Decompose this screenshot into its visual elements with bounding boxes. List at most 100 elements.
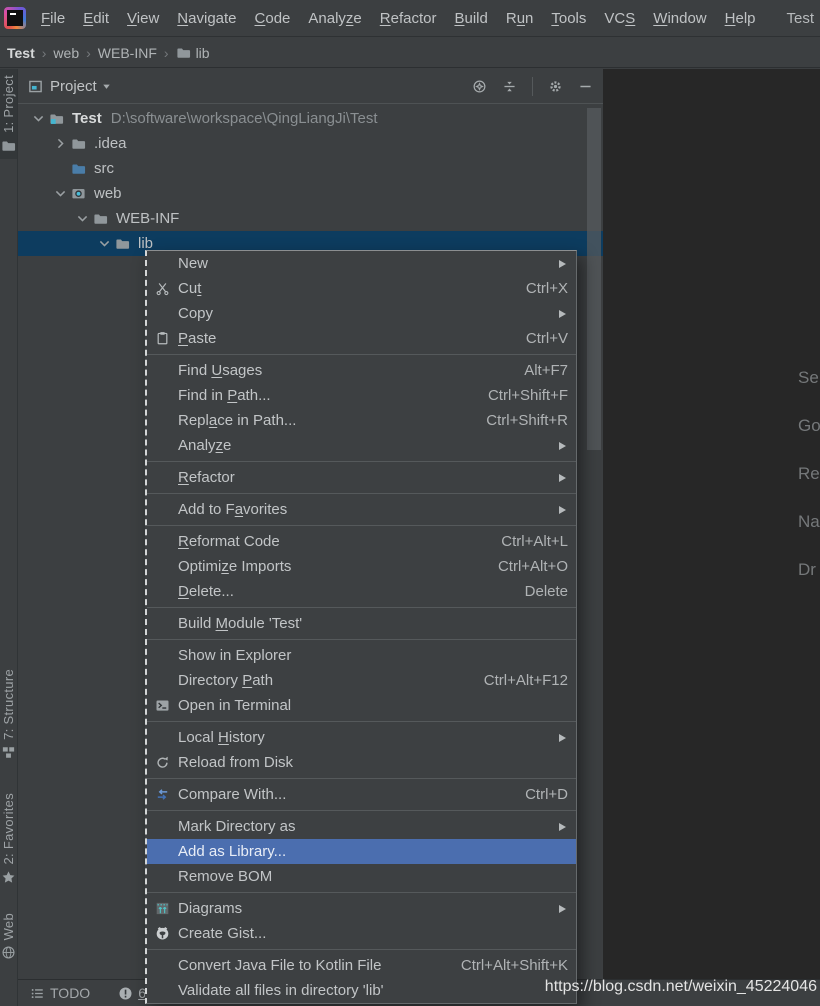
menu-item-directory-path[interactable]: Directory PathCtrl+Alt+F12 [147,668,576,693]
menu-item-local-history[interactable]: Local History [147,725,576,750]
chevron-down-icon[interactable] [101,81,112,92]
menu-item-compare-with[interactable]: Compare With...Ctrl+D [147,782,576,807]
menu-item-show-in-explorer[interactable]: Show in Explorer [147,643,576,668]
menu-item-label: Remove BOM [178,868,568,885]
tool-window-button-web[interactable]: Web [0,907,17,966]
menubar-item-vcs[interactable]: VCS [595,10,644,27]
menu-item-new[interactable]: New [147,251,576,276]
submenu-arrow-icon [559,734,566,742]
menu-item-diagrams[interactable]: Diagrams [147,896,576,921]
menubar-item-tools[interactable]: Tools [542,10,595,27]
menubar-item-file[interactable]: File [32,10,74,27]
tool-window-button-1-project[interactable]: 1: Project [0,69,17,159]
folder-icon [71,136,88,151]
tree-row--idea[interactable]: .idea [18,131,603,156]
menu-item-reload-from-disk[interactable]: Reload from Disk [147,750,576,775]
menu-item-refactor[interactable]: Refactor [147,465,576,490]
tree-row-test[interactable]: TestD:\software\workspace\QingLiangJi\Te… [18,106,603,131]
reload-icon [154,755,171,770]
menu-item-label: Paste [178,330,508,347]
intellij-logo-icon [4,7,26,29]
menu-item-replace-in-path[interactable]: Replace in Path...Ctrl+Shift+R [147,408,576,433]
menu-item-find-usages[interactable]: Find UsagesAlt+F7 [147,358,576,383]
scrollbar-thumb[interactable] [587,108,601,450]
menu-item-create-gist[interactable]: Create Gist... [147,921,576,946]
event-log-button[interactable]: 6 [118,985,146,1001]
menu-item-cut[interactable]: CutCtrl+X [147,276,576,301]
editor-area[interactable]: SeGoReNaDr [603,69,820,979]
menu-item-shortcut: Ctrl+Alt+Shift+K [461,957,568,974]
menubar-item-run[interactable]: Run [497,10,543,27]
project-tree: TestD:\software\workspace\QingLiangJi\Te… [18,106,603,256]
cut-icon [154,281,171,296]
breadcrumb-item-lib[interactable]: lib [176,45,210,61]
paste-icon [154,331,171,346]
gear-icon[interactable] [548,79,563,94]
breadcrumb-item-test[interactable]: Test [7,45,35,61]
menubar-item-code[interactable]: Code [246,10,300,27]
menu-item-paste[interactable]: PasteCtrl+V [147,326,576,351]
menu-item-build-module-test[interactable]: Build Module 'Test' [147,611,576,636]
menu-item-validate-all-files-in-directory-lib[interactable]: Validate all files in directory 'lib' [147,978,576,1003]
menu-item-label: New [178,255,559,272]
chevron-down-icon[interactable] [28,111,49,126]
tree-row-web-inf[interactable]: WEB-INF [18,206,603,231]
run-configuration-label[interactable]: Test [786,0,814,37]
submenu-arrow-icon [559,442,566,450]
menu-item-label: Reformat Code [178,533,483,550]
breadcrumb-label: WEB-INF [98,45,157,61]
tree-item-label: .idea [94,135,127,152]
tree-row-src[interactable]: src [18,156,603,181]
submenu-arrow-icon [559,823,566,831]
breadcrumb-item-web-inf[interactable]: WEB-INF [98,45,157,61]
menu-item-label: Validate all files in directory 'lib' [178,982,568,999]
breadcrumb-item-web[interactable]: web [53,45,79,61]
locate-icon[interactable] [472,79,487,94]
collapse-all-icon[interactable] [502,79,517,94]
menubar-item-window[interactable]: Window [644,10,715,27]
tool-window-label: Web [1,913,16,940]
menu-item-reformat-code[interactable]: Reformat CodeCtrl+Alt+L [147,529,576,554]
chevron-down-icon[interactable] [94,236,115,251]
menu-item-label: Create Gist... [178,925,568,942]
menu-item-label: Reload from Disk [178,754,568,771]
minimize-icon[interactable] [578,79,593,94]
menu-item-find-in-path[interactable]: Find in Path...Ctrl+Shift+F [147,383,576,408]
menu-item-delete[interactable]: Delete...Delete [147,579,576,604]
tool-window-stripe: 1: Project 7: Structure 2: Favorites Web [0,69,18,1006]
menu-item-shortcut: Ctrl+Alt+O [498,558,568,575]
menu-separator [147,892,576,893]
chevron-down-icon[interactable] [72,211,93,226]
tree-row-web[interactable]: web [18,181,603,206]
menu-item-add-to-favorites[interactable]: Add to Favorites [147,497,576,522]
menu-item-analyze[interactable]: Analyze [147,433,576,458]
menubar-item-navigate[interactable]: Navigate [168,10,245,27]
menu-item-open-in-terminal[interactable]: Open in Terminal [147,693,576,718]
editor-hint-text: Se [798,368,819,388]
menubar-item-refactor[interactable]: Refactor [371,10,446,27]
folder-icon [115,236,132,251]
chevron-right-icon[interactable] [50,136,71,151]
menu-item-mark-directory-as[interactable]: Mark Directory as [147,814,576,839]
chevron-down-icon[interactable] [50,186,71,201]
tool-window-button-2-favorites[interactable]: 2: Favorites [0,787,17,891]
menubar-item-build[interactable]: Build [445,10,496,27]
menubar-item-edit[interactable]: Edit [74,10,118,27]
panel-title[interactable]: Project [50,78,97,95]
menu-item-convert-java-file-to-kotlin-file[interactable]: Convert Java File to Kotlin FileCtrl+Alt… [147,953,576,978]
menubar-item-analyze[interactable]: Analyze [299,10,370,27]
tool-window-button-7-structure[interactable]: 7: Structure [0,663,17,766]
menu-item-copy[interactable]: Copy [147,301,576,326]
menu-item-optimize-imports[interactable]: Optimize ImportsCtrl+Alt+O [147,554,576,579]
menubar-item-help[interactable]: Help [716,10,765,27]
menu-item-label: Cut [178,280,508,297]
menu-item-add-as-library[interactable]: Add as Library... [147,839,576,864]
star-icon [1,870,16,885]
diagrams-icon [154,901,171,916]
menu-item-label: Find Usages [178,362,506,379]
todo-panel-button[interactable]: TODO [30,985,90,1001]
folder-icon [176,45,191,60]
menubar-item-view[interactable]: View [118,10,168,27]
github-icon [154,926,171,941]
menu-item-remove-bom[interactable]: Remove BOM [147,864,576,889]
